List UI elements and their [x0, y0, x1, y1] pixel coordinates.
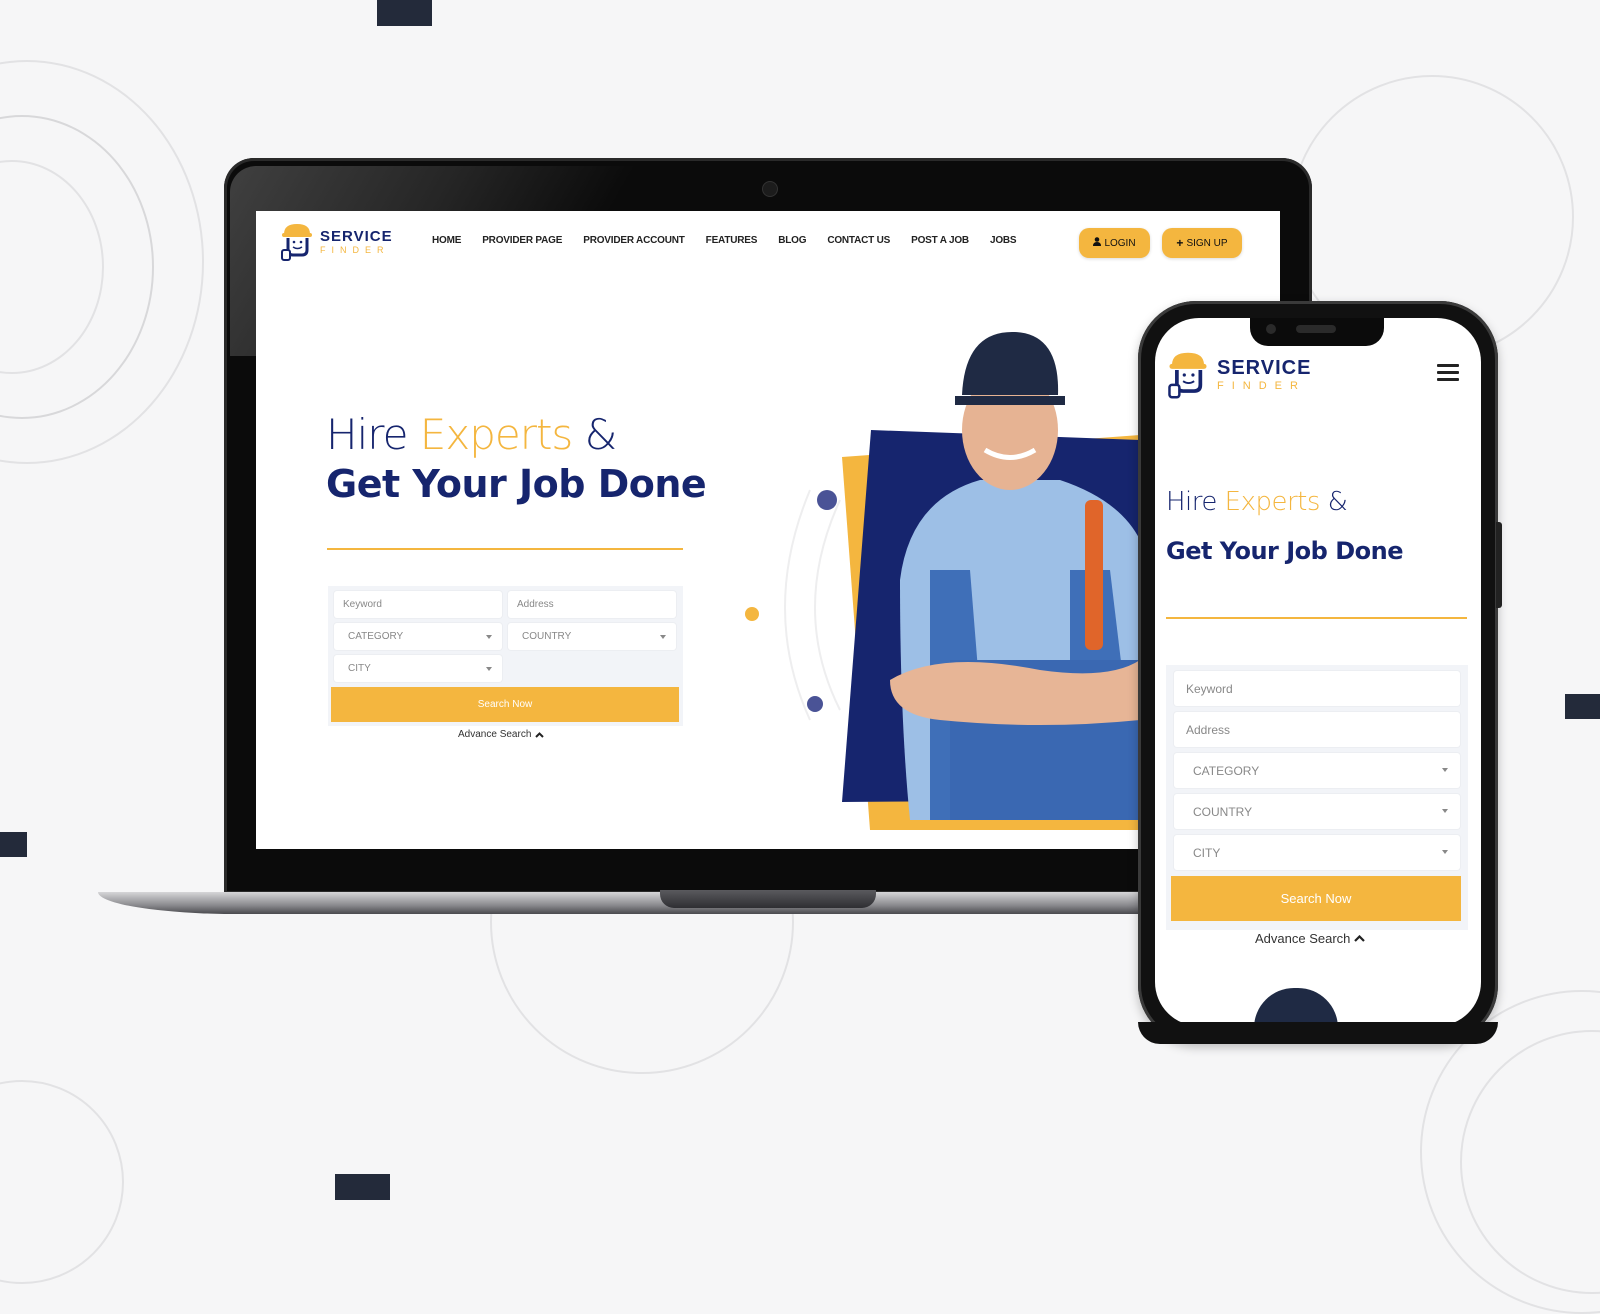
worker-photo: [890, 331, 1140, 820]
hero-word-hire: Hire: [326, 410, 408, 459]
hamburger-menu-icon[interactable]: [1437, 364, 1459, 385]
mobile-site-logo[interactable]: SERVICE FINDER: [1167, 350, 1311, 400]
phone-side-button: [1496, 522, 1502, 608]
advance-search-label: Advance Search: [458, 729, 532, 740]
mobile-city-select[interactable]: CITY: [1174, 835, 1460, 870]
nav-provider-page[interactable]: PROVIDER PAGE: [482, 235, 562, 246]
hero-heading-line2: Get Your Job Done: [326, 462, 707, 506]
caret-down-icon: [486, 635, 492, 639]
city-select[interactable]: CITY: [334, 655, 502, 682]
mobile-advance-search-toggle[interactable]: Advance Search: [1255, 931, 1366, 946]
hero-word-experts: Experts: [1224, 487, 1321, 517]
address-placeholder: Address: [1186, 722, 1231, 737]
laptop-camera: [762, 181, 778, 197]
address-placeholder: Address: [517, 599, 554, 610]
category-value: CATEGORY: [348, 631, 404, 642]
mobile-keyword-input[interactable]: Keyword: [1174, 671, 1460, 706]
decor-dot: [745, 607, 759, 621]
logo-text-service: SERVICE: [1217, 357, 1312, 379]
hero-ampersand: &: [584, 410, 618, 459]
city-value: CITY: [348, 663, 371, 674]
caret-down-icon: [486, 667, 492, 671]
site-logo[interactable]: SERVICE FINDER: [280, 222, 393, 262]
decor-dot: [807, 696, 823, 712]
country-select[interactable]: COUNTRY: [508, 623, 676, 650]
decor-square: [377, 0, 432, 26]
signup-label: SIGN UP: [1186, 237, 1228, 249]
plus-icon: +: [1176, 236, 1184, 250]
phone-notch: [1250, 318, 1384, 346]
login-button[interactable]: LOGIN: [1079, 228, 1150, 258]
logo-text-finder: FINDER: [1217, 380, 1306, 392]
category-select[interactable]: CATEGORY: [334, 623, 502, 650]
nav-jobs[interactable]: JOBS: [990, 235, 1017, 246]
hero-heading-line1: Hire Experts &: [326, 410, 618, 459]
laptop-hinge-notch: [660, 890, 876, 908]
hero-ampersand: &: [1327, 487, 1348, 517]
decor-ring: [0, 1080, 124, 1284]
country-value: COUNTRY: [522, 631, 572, 642]
nav-home[interactable]: HOME: [432, 235, 461, 246]
mobile-country-select[interactable]: COUNTRY: [1174, 794, 1460, 829]
signup-button[interactable]: + SIGN UP: [1162, 228, 1242, 258]
main-nav: HOME PROVIDER PAGE PROVIDER ACCOUNT FEAT…: [432, 235, 1017, 246]
nav-contact-us[interactable]: CONTACT US: [827, 235, 890, 246]
login-label: LOGIN: [1104, 237, 1136, 249]
decor-arc: [814, 499, 841, 711]
mobile-hero-divider: [1166, 617, 1467, 619]
advance-search-label: Advance Search: [1255, 931, 1351, 946]
nav-provider-account[interactable]: PROVIDER ACCOUNT: [583, 235, 685, 246]
hero-word-hire: Hire: [1166, 487, 1217, 517]
country-value: COUNTRY: [1193, 804, 1253, 819]
logo-text-service: SERVICE: [320, 228, 393, 245]
caret-down-icon: [1442, 768, 1448, 772]
keyword-placeholder: Keyword: [343, 599, 382, 610]
nav-blog[interactable]: BLOG: [778, 235, 806, 246]
phone-frame-bottom: [1138, 1022, 1498, 1044]
logo-mascot-icon: [1168, 352, 1207, 399]
city-value: CITY: [1193, 845, 1221, 860]
logo-mascot-icon: [281, 224, 312, 261]
keyword-input[interactable]: Keyword: [334, 591, 502, 618]
decor-square: [0, 832, 27, 857]
mobile-hero-heading-line1: Hire Experts &: [1166, 487, 1348, 517]
mobile-hero-heading-line2: Get Your Job Done: [1166, 537, 1403, 565]
search-now-button[interactable]: Search Now: [331, 687, 679, 722]
chevron-up-icon: [1354, 935, 1366, 942]
logo-text-finder: FINDER: [320, 245, 390, 255]
hero-word-experts: Experts: [419, 410, 574, 459]
nav-features[interactable]: FEATURES: [706, 235, 758, 246]
mobile-search-now-button[interactable]: Search Now: [1171, 876, 1461, 921]
hero-illustration: [745, 331, 1140, 830]
decor-arc: [784, 489, 811, 721]
hero-divider: [327, 548, 683, 550]
mobile-address-input[interactable]: Address: [1174, 712, 1460, 747]
decor-dot: [817, 490, 837, 510]
caret-down-icon: [1442, 850, 1448, 854]
mobile-category-select[interactable]: CATEGORY: [1174, 753, 1460, 788]
advance-search-toggle[interactable]: Advance Search: [458, 729, 545, 740]
nav-post-a-job[interactable]: POST A JOB: [911, 235, 969, 246]
decor-square: [1565, 694, 1600, 719]
address-input[interactable]: Address: [508, 591, 676, 618]
decor-square: [335, 1174, 390, 1200]
user-icon: [1093, 237, 1102, 249]
chevron-up-icon: [535, 731, 545, 738]
category-value: CATEGORY: [1193, 763, 1260, 778]
caret-down-icon: [1442, 809, 1448, 813]
caret-down-icon: [660, 635, 666, 639]
keyword-placeholder: Keyword: [1186, 681, 1233, 696]
